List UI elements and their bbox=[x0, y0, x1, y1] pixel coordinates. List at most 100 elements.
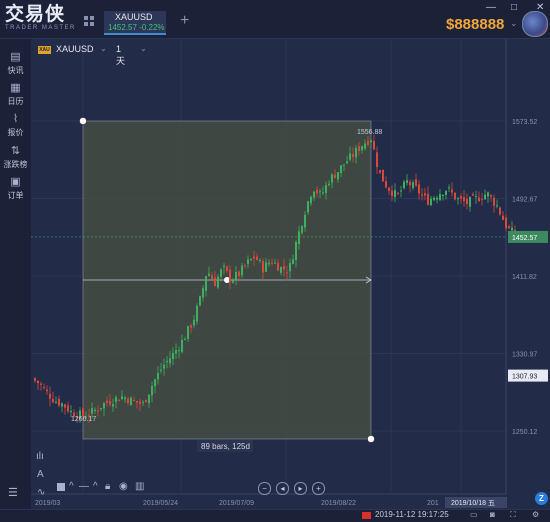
fullscreen-icon[interactable]: ⛶ bbox=[510, 510, 516, 520]
sidebar-item-ranking[interactable]: ⇅ 涨跌榜 bbox=[0, 145, 31, 170]
y-tick-label: 1492.67 bbox=[512, 197, 537, 204]
camera-icon[interactable]: ◙ bbox=[490, 510, 495, 519]
line-style-icon[interactable]: — bbox=[79, 481, 89, 492]
candle-body bbox=[214, 277, 216, 287]
candle-body bbox=[379, 170, 381, 173]
color-swatch-icon[interactable] bbox=[57, 483, 65, 491]
eye-icon[interactable]: ◉ bbox=[119, 481, 128, 492]
tab-change: -0.22% bbox=[139, 23, 165, 32]
scroll-left-button[interactable]: ◂ bbox=[276, 482, 289, 495]
add-tab-button[interactable]: + bbox=[180, 13, 189, 29]
candle-body bbox=[466, 198, 468, 204]
candle-body bbox=[352, 154, 354, 157]
candle-body bbox=[247, 259, 249, 265]
sidebar-item-label: 日历 bbox=[7, 97, 24, 106]
candle-body bbox=[307, 201, 309, 213]
indicator-icon[interactable]: ılı bbox=[36, 451, 44, 462]
symbol-selector[interactable]: XAUUSD bbox=[56, 44, 94, 54]
minimize-button[interactable]: — bbox=[486, 2, 496, 13]
candle-body bbox=[223, 265, 225, 267]
candle-body bbox=[490, 195, 492, 197]
y-tick-label: 1330.97 bbox=[512, 352, 537, 359]
candle-body bbox=[232, 280, 234, 283]
candle-body bbox=[193, 319, 195, 326]
candle-body bbox=[313, 191, 315, 198]
candle-body bbox=[427, 193, 429, 205]
candle-body bbox=[472, 194, 474, 196]
sidebar-item-label: 快讯 bbox=[7, 66, 24, 75]
candle-body bbox=[169, 358, 171, 364]
chevron-down-icon[interactable]: ⌄ bbox=[100, 44, 107, 53]
candle-body bbox=[469, 196, 471, 207]
flag-icon bbox=[362, 512, 371, 519]
pulse-icon[interactable]: ∿ bbox=[37, 487, 45, 498]
avatar[interactable] bbox=[522, 11, 548, 37]
sidebar-item-calendar[interactable]: ▦ 日历 bbox=[0, 82, 31, 107]
candle-body bbox=[109, 401, 111, 405]
candle-body bbox=[412, 182, 414, 189]
menu-icon[interactable]: ☰ bbox=[8, 486, 18, 499]
range-selection[interactable] bbox=[79, 117, 375, 443]
candle-body bbox=[370, 140, 372, 143]
symbol-tab[interactable]: XAUUSD 1452.57 -0.22% bbox=[104, 11, 166, 35]
candle-body bbox=[364, 143, 366, 149]
chevron-up-icon[interactable]: ^ bbox=[69, 481, 74, 492]
candle-body bbox=[148, 394, 150, 404]
candle-body bbox=[199, 296, 201, 306]
candle-body bbox=[496, 205, 498, 207]
candle-body bbox=[97, 410, 99, 412]
chevron-up-icon[interactable]: ^ bbox=[93, 481, 98, 492]
timeframe-selector[interactable]: 1天 bbox=[116, 44, 125, 67]
candle-body bbox=[205, 276, 207, 291]
candle-body bbox=[58, 398, 60, 406]
sidebar-item-news[interactable]: ▤ 快讯 bbox=[0, 51, 31, 76]
candle-body bbox=[292, 259, 294, 264]
candle-body bbox=[55, 401, 57, 403]
settings-icon[interactable]: ⚙ bbox=[532, 510, 539, 519]
candle-body bbox=[211, 275, 213, 279]
text-tool-icon[interactable]: A bbox=[37, 469, 44, 480]
price-chart[interactable]: 1573.52 1492.67 1411.82 1330.97 1250.12 2019/… bbox=[31, 39, 550, 509]
candle-body bbox=[172, 352, 174, 360]
candle-body bbox=[499, 207, 501, 215]
candle-body bbox=[187, 326, 189, 340]
range-low-label: 1266.17 bbox=[71, 416, 96, 423]
candle-body bbox=[136, 400, 138, 403]
sidebar-item-orders[interactable]: ▣ 订单 bbox=[0, 176, 31, 201]
candle-body bbox=[238, 271, 240, 277]
symbol-badge: XAU bbox=[38, 46, 51, 54]
chevron-down-icon[interactable]: ⌄ bbox=[140, 44, 147, 53]
balance-dropdown-icon[interactable]: ⌄ bbox=[510, 18, 518, 29]
candle-body bbox=[400, 190, 402, 192]
x-tick-label: 2019/03 bbox=[35, 500, 60, 507]
sidebar-item-quotes[interactable]: ⌇ 报价 bbox=[0, 113, 31, 138]
calendar-icon: ▦ bbox=[10, 82, 21, 94]
apps-grid-icon[interactable] bbox=[84, 16, 94, 26]
candle-body bbox=[91, 408, 93, 414]
crosshair-price-label: 1307.93 bbox=[512, 374, 537, 381]
candle-body bbox=[343, 164, 345, 166]
maximize-button[interactable]: □ bbox=[511, 2, 517, 13]
candle-body bbox=[127, 398, 129, 404]
candle-body bbox=[250, 258, 252, 261]
lock-icon[interactable]: 🔒︎ bbox=[105, 481, 110, 492]
candle-body bbox=[130, 397, 132, 406]
candle-body bbox=[241, 265, 243, 276]
tab-symbol: XAUUSD bbox=[115, 12, 153, 22]
account-balance: $888888 bbox=[446, 16, 505, 33]
zoom-out-button[interactable]: − bbox=[258, 482, 271, 495]
candle-body bbox=[94, 409, 96, 411]
trash-icon[interactable]: ▥ bbox=[135, 481, 144, 492]
candle-body bbox=[409, 181, 411, 186]
candle-body bbox=[151, 385, 153, 396]
ranking-icon: ⇅ bbox=[10, 145, 21, 157]
scroll-right-button[interactable]: ▸ bbox=[294, 482, 307, 495]
zoom-in-button[interactable]: + bbox=[312, 482, 325, 495]
monitor-icon[interactable]: ▭ bbox=[470, 510, 478, 519]
candle-body bbox=[511, 227, 513, 231]
candle-body bbox=[445, 190, 447, 195]
candle-body bbox=[397, 192, 399, 194]
x-tick-label: 2019/05/24 bbox=[143, 500, 178, 507]
candle-body bbox=[268, 262, 270, 265]
candle-body bbox=[265, 262, 267, 272]
